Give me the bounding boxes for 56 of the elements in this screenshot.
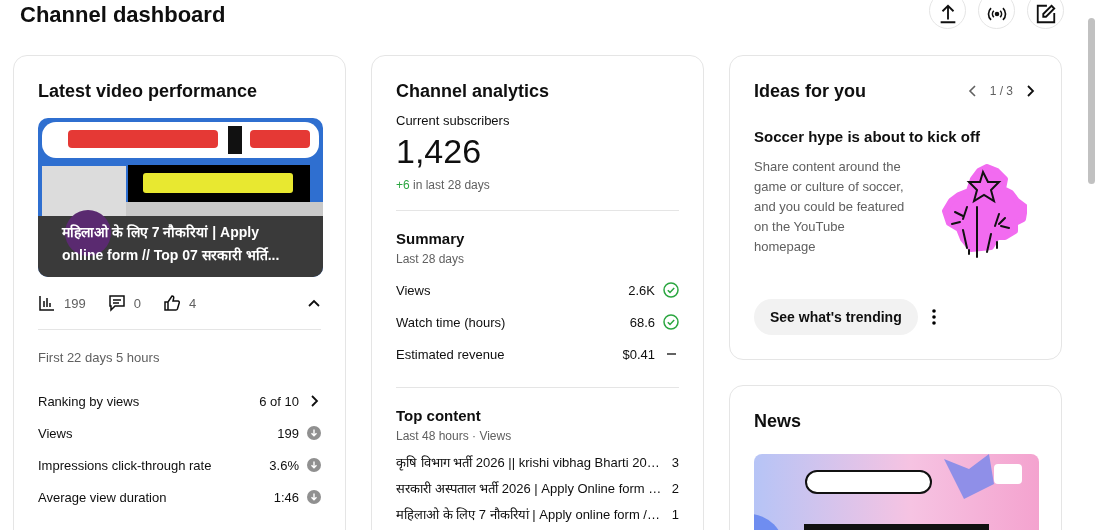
- idea-heading: Soccer hype is about to kick off: [754, 128, 981, 145]
- page-indicator: 1 / 3: [989, 84, 1013, 98]
- period-label: Last 48 hours · Views: [396, 429, 513, 443]
- thumbs-up-icon: [162, 294, 181, 312]
- stat-value: 0: [133, 295, 141, 311]
- view-count: 1: [671, 506, 679, 522]
- stat-value: 4: [188, 295, 197, 311]
- idea-description: Share content around the game or culture of soccer, and you could be featured on the YouTube homepage: [754, 158, 906, 256]
- comment-icon: [107, 294, 126, 312]
- metric-label: Estimated revenue: [396, 346, 505, 362]
- metric-label: Average view duration: [38, 489, 167, 505]
- card-title: News: [754, 410, 803, 433]
- metric-value: 6 of 10: [259, 393, 299, 409]
- scrollbar-thumb[interactable]: [1088, 18, 1095, 184]
- edit-icon: [1034, 2, 1057, 25]
- section-title: Summary: [396, 229, 466, 249]
- card-title: Channel analytics: [396, 80, 551, 103]
- more-options-icon[interactable]: [931, 309, 936, 325]
- video-title: महिलाओ के लिए 7 नौकरियां | Apply online form // Top 07 सरकारी भर्ति...: [62, 223, 281, 265]
- bar-chart-icon: [38, 294, 56, 312]
- down-arrow-icon: [307, 458, 321, 472]
- metric-value: 68.6: [629, 314, 655, 330]
- upload-button[interactable]: [929, 0, 966, 29]
- metric-value: $0.41: [622, 346, 655, 362]
- metric-label: Ranking by views: [38, 393, 140, 409]
- edit-button[interactable]: [1027, 0, 1064, 29]
- card-title: Ideas for you: [754, 80, 867, 103]
- video-title[interactable]: कृषि विभाग भर्ती 2026 || krishi vibhag Bharti 20…: [396, 453, 660, 471]
- subscriber-count: 1,426: [396, 131, 483, 172]
- card-title: Latest video performance: [38, 80, 259, 103]
- subscriber-change: +6 in last 28 days: [396, 178, 491, 192]
- check-circle-icon: [663, 314, 679, 330]
- broadcast-button[interactable]: [978, 0, 1015, 29]
- period-label: Last 28 days: [396, 252, 466, 266]
- stat-value: 199: [64, 295, 86, 311]
- dash-icon: [667, 353, 676, 355]
- video-title[interactable]: महिलाओ के लिए 7 नौकरियां | Apply online form /…: [396, 505, 660, 523]
- metric-value: 199: [277, 425, 299, 441]
- period-label: First 22 days 5 hours: [38, 350, 161, 365]
- metric-label: Watch time (hours): [396, 314, 506, 330]
- view-count: 3: [671, 454, 679, 470]
- section-title: Top content: [396, 406, 482, 426]
- metric-label: Views: [38, 425, 73, 441]
- down-arrow-icon: [307, 490, 321, 504]
- view-count: 2: [671, 480, 679, 496]
- check-circle-icon: [663, 282, 679, 298]
- trending-button[interactable]: See what's trending: [754, 299, 918, 335]
- metric-value: 2.6K: [628, 282, 655, 298]
- metric-label: Views: [396, 282, 431, 298]
- metric-value: 1:46: [273, 489, 299, 505]
- metric-label: Impressions click-through rate: [38, 457, 212, 473]
- down-arrow-icon: [307, 426, 321, 440]
- video-title[interactable]: सरकारी अस्पताल भर्ती 2026 | Apply Online form …: [396, 479, 662, 497]
- subscribers-label: Current subscribers: [396, 113, 511, 128]
- metric-value: 3.6%: [269, 457, 299, 473]
- page-title: Channel dashboard: [20, 1, 226, 29]
